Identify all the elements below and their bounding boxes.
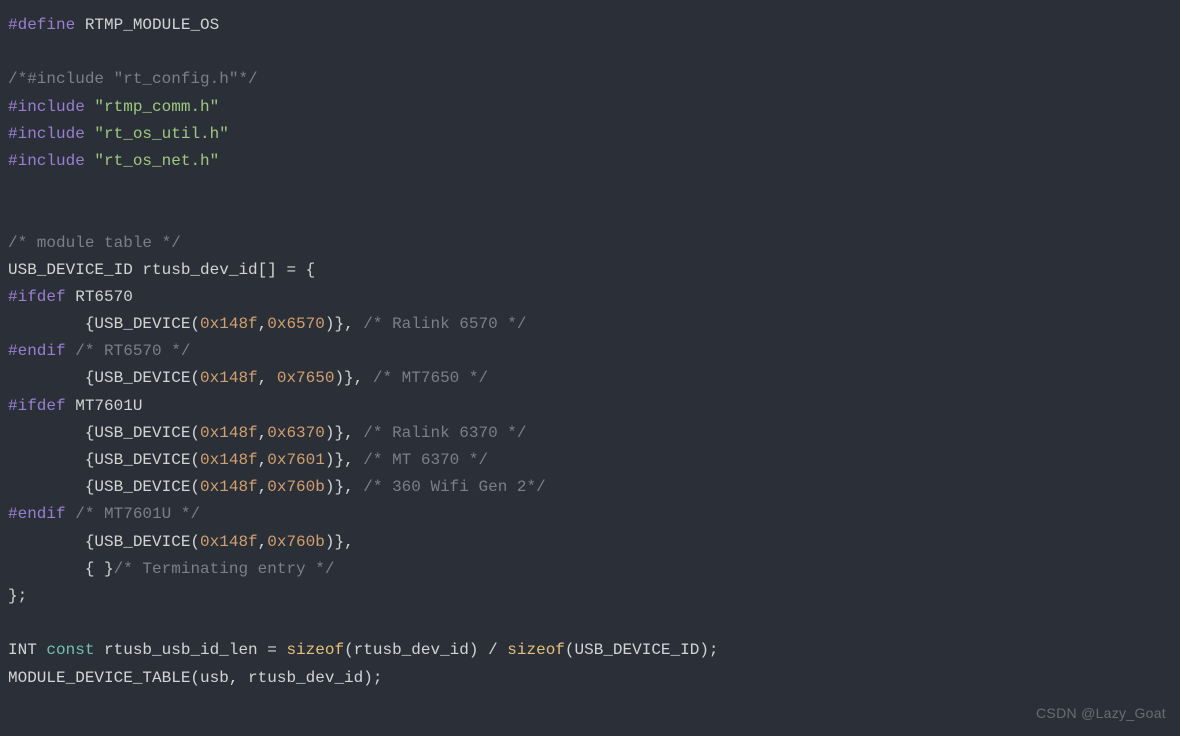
code-token: {USB_DEVICE(	[8, 533, 200, 551]
code-line: {USB_DEVICE(0x148f, 0x7650)}, /* MT7650 …	[8, 365, 1172, 392]
code-line: INT const rtusb_usb_id_len = sizeof(rtus…	[8, 637, 1172, 664]
code-token: MODULE_DEVICE_TABLE(usb, rtusb_dev_id);	[8, 669, 382, 687]
code-token: /* MT7650 */	[373, 369, 488, 387]
code-token: sizeof	[507, 641, 565, 659]
code-token: 0x760b	[267, 533, 325, 551]
code-token: )},	[325, 315, 363, 333]
code-token: ,	[258, 533, 268, 551]
code-token: {USB_DEVICE(	[8, 451, 200, 469]
code-token: /*#include "rt_config.h"*/	[8, 70, 258, 88]
code-line: #ifdef MT7601U	[8, 393, 1172, 420]
code-token: const	[46, 641, 94, 659]
code-token: INT	[8, 641, 46, 659]
code-line: MODULE_DEVICE_TABLE(usb, rtusb_dev_id);	[8, 665, 1172, 692]
code-token: {USB_DEVICE(	[8, 424, 200, 442]
code-line: USB_DEVICE_ID rtusb_dev_id[] = {	[8, 257, 1172, 284]
code-token: { }	[8, 560, 114, 578]
code-token: RTMP_MODULE_OS	[75, 16, 219, 34]
code-token: #ifdef	[8, 397, 66, 415]
code-line: { }/* Terminating entry */	[8, 556, 1172, 583]
code-token: 0x7601	[267, 451, 325, 469]
code-line: #include "rt_os_util.h"	[8, 121, 1172, 148]
code-line: {USB_DEVICE(0x148f,0x6370)}, /* Ralink 6…	[8, 420, 1172, 447]
code-token: {USB_DEVICE(	[8, 315, 200, 333]
code-line: #include "rtmp_comm.h"	[8, 94, 1172, 121]
code-token	[66, 505, 76, 523]
watermark-text: CSDN @Lazy_Goat	[1036, 702, 1166, 726]
code-line	[8, 202, 1172, 229]
code-token: #include	[8, 98, 85, 116]
code-token	[66, 342, 76, 360]
code-token: )},	[325, 478, 363, 496]
code-token: RT6570	[66, 288, 133, 306]
code-token: ,	[258, 451, 268, 469]
code-token: 0x760b	[267, 478, 325, 496]
code-line: {USB_DEVICE(0x148f,0x760b)},	[8, 529, 1172, 556]
code-token: {USB_DEVICE(	[8, 369, 200, 387]
code-token: USB_DEVICE_ID rtusb_dev_id[] = {	[8, 261, 315, 279]
code-token: "rt_os_util.h"	[94, 125, 228, 143]
code-token: ,	[258, 478, 268, 496]
code-token: 0x148f	[200, 369, 258, 387]
code-token: /* MT7601U */	[75, 505, 200, 523]
code-line: };	[8, 583, 1172, 610]
code-line: #define RTMP_MODULE_OS	[8, 12, 1172, 39]
code-token: )},	[325, 451, 363, 469]
code-line	[8, 39, 1172, 66]
code-token: sizeof	[286, 641, 344, 659]
code-token: #endif	[8, 505, 66, 523]
code-token: 0x148f	[200, 315, 258, 333]
code-line: #include "rt_os_net.h"	[8, 148, 1172, 175]
code-token: /* RT6570 */	[75, 342, 190, 360]
code-line: {USB_DEVICE(0x148f,0x760b)}, /* 360 Wifi…	[8, 474, 1172, 501]
code-line: /* module table */	[8, 230, 1172, 257]
code-token: (rtusb_dev_id) /	[344, 641, 507, 659]
code-token: 0x7650	[277, 369, 335, 387]
code-line: #ifdef RT6570	[8, 284, 1172, 311]
code-token: /* Terminating entry */	[114, 560, 335, 578]
code-token: #define	[8, 16, 75, 34]
code-token: /* Ralink 6370 */	[363, 424, 526, 442]
code-token: ,	[258, 315, 268, 333]
code-token: ,	[258, 369, 277, 387]
code-token: MT7601U	[66, 397, 143, 415]
code-line: {USB_DEVICE(0x148f,0x7601)}, /* MT 6370 …	[8, 447, 1172, 474]
code-token: #include	[8, 152, 85, 170]
code-line: /*#include "rt_config.h"*/	[8, 66, 1172, 93]
code-line	[8, 610, 1172, 637]
code-token	[85, 125, 95, 143]
code-token: /* Ralink 6570 */	[363, 315, 526, 333]
code-token: 0x148f	[200, 533, 258, 551]
code-token	[85, 98, 95, 116]
code-token: #ifdef	[8, 288, 66, 306]
code-token: 0x6370	[267, 424, 325, 442]
code-line: {USB_DEVICE(0x148f,0x6570)}, /* Ralink 6…	[8, 311, 1172, 338]
code-token: {USB_DEVICE(	[8, 478, 200, 496]
code-token: "rtmp_comm.h"	[94, 98, 219, 116]
code-token: "rt_os_net.h"	[94, 152, 219, 170]
code-token: /* MT 6370 */	[363, 451, 488, 469]
code-line: #endif /* MT7601U */	[8, 501, 1172, 528]
code-line	[8, 175, 1172, 202]
code-token: /* module table */	[8, 234, 181, 252]
code-line: #endif /* RT6570 */	[8, 338, 1172, 365]
code-token: 0x148f	[200, 424, 258, 442]
code-token: rtusb_usb_id_len =	[94, 641, 286, 659]
code-token	[85, 152, 95, 170]
code-token: 0x6570	[267, 315, 325, 333]
code-token: /* 360 Wifi Gen 2*/	[363, 478, 545, 496]
code-token: };	[8, 587, 27, 605]
code-token: )},	[334, 369, 372, 387]
code-token: 0x148f	[200, 451, 258, 469]
code-token: (USB_DEVICE_ID);	[565, 641, 719, 659]
code-token: #include	[8, 125, 85, 143]
code-token: ,	[258, 424, 268, 442]
code-block: #define RTMP_MODULE_OS /*#include "rt_co…	[8, 12, 1172, 692]
code-token: )},	[325, 424, 363, 442]
code-token: )},	[325, 533, 354, 551]
code-token: #endif	[8, 342, 66, 360]
code-token: 0x148f	[200, 478, 258, 496]
